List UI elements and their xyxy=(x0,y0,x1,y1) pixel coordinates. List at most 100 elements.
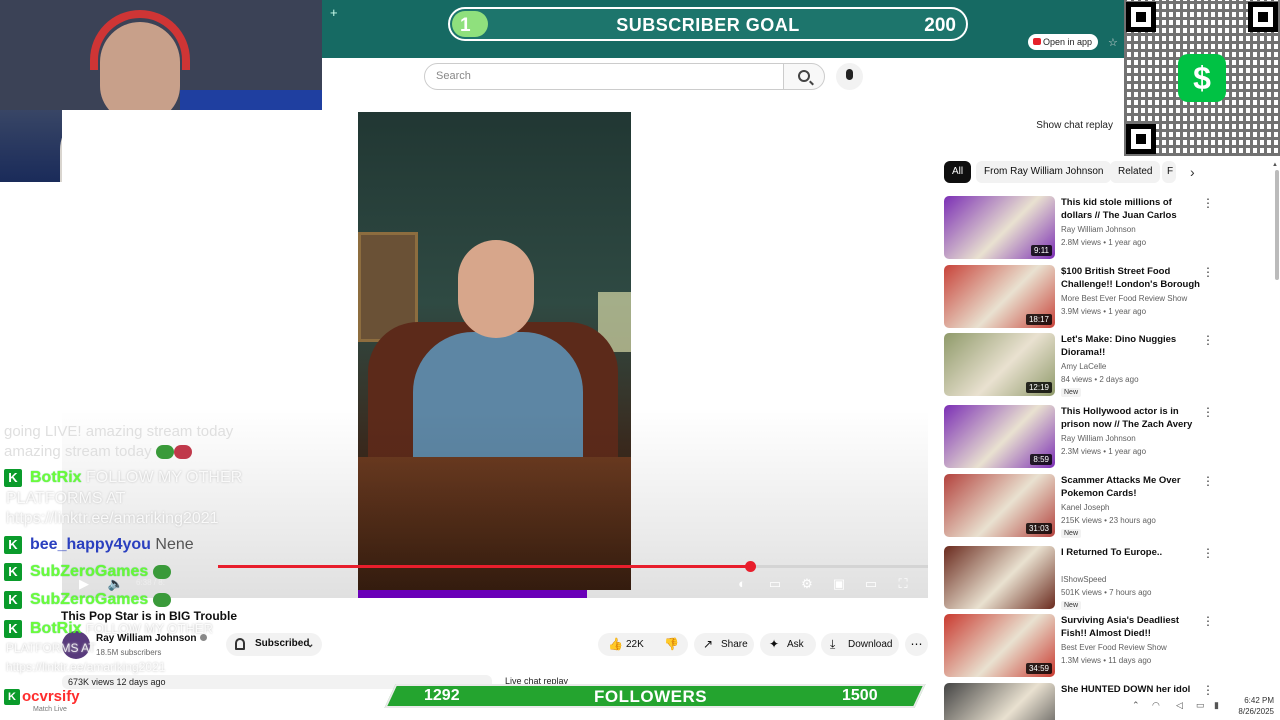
video-man-head xyxy=(458,240,534,338)
recommended-video[interactable]: 8:59 This Hollywood actor is in prison no… xyxy=(944,405,1214,469)
more-options-icon[interactable]: ⋮ xyxy=(1202,614,1214,628)
video-thumbnail[interactable] xyxy=(944,546,1055,609)
kick-icon: K xyxy=(4,563,22,581)
video-meta: 215K views • 23 hours ago xyxy=(1061,516,1156,525)
subscribed-button[interactable]: Subscribed ⌄ xyxy=(226,633,322,656)
more-options-icon[interactable]: ⋮ xyxy=(1202,265,1214,279)
display-icon[interactable]: ▭ xyxy=(1196,700,1205,711)
video-channel[interactable]: Amy LaCelle xyxy=(1061,362,1106,371)
ask-button[interactable]: ✦ Ask xyxy=(760,633,816,656)
recommended-video[interactable]: 31:03 Scammer Attacks Me Over Pokemon Car… xyxy=(944,474,1214,538)
video-thumbnail[interactable] xyxy=(944,683,1055,720)
video-channel[interactable]: Ray William Johnson xyxy=(1061,225,1136,234)
followers-goal-current: 1292 xyxy=(424,687,460,704)
scroll-up-arrow-icon[interactable]: ▲ xyxy=(1272,162,1278,168)
search-icon xyxy=(798,70,810,82)
chat-username: bee_happy4you xyxy=(30,536,151,554)
recommended-video[interactable]: 18:17 $100 British Street Food Challenge!… xyxy=(944,265,1214,329)
miniplayer-icon[interactable]: ▣ xyxy=(829,576,849,592)
search-button[interactable] xyxy=(783,63,825,90)
theater-mode-icon[interactable]: ▭ xyxy=(861,576,881,592)
progress-bar[interactable] xyxy=(218,561,928,572)
chip-partial[interactable]: F xyxy=(1162,161,1176,183)
more-options-icon[interactable]: ⋮ xyxy=(1202,546,1214,560)
taskbar-date[interactable]: 8/26/2025 xyxy=(1234,707,1274,716)
more-options-icon[interactable]: ⋮ xyxy=(1202,333,1214,347)
share-icon: ↗ xyxy=(703,637,714,651)
video-title[interactable]: She HUNTED DOWN her idol xyxy=(1061,683,1201,696)
like-icon[interactable]: 👍 xyxy=(608,637,623,651)
fullscreen-icon[interactable]: ⛶ xyxy=(893,576,913,592)
chip-all[interactable]: All xyxy=(944,161,972,183)
video-channel[interactable]: Kanel Joseph xyxy=(1061,503,1109,512)
video-title[interactable]: $100 British Street Food Challenge!! Lon… xyxy=(1061,265,1201,291)
video-title[interactable]: Scammer Attacks Me Over Pokemon Cards! xyxy=(1061,474,1201,500)
chat-message: K BotRix FOLLOW MY OTHER xyxy=(4,620,213,638)
settings-icon[interactable]: ⚙ xyxy=(797,576,817,592)
battery-icon[interactable]: ▮ xyxy=(1214,700,1219,711)
chat-username: SubZeroGames xyxy=(30,591,149,609)
progress-scrubber[interactable] xyxy=(744,561,756,572)
video-channel[interactable]: IShowSpeed xyxy=(1061,575,1106,584)
video-thumbnail[interactable]: 12:19 xyxy=(944,333,1055,396)
more-options-icon[interactable]: ⋮ xyxy=(1202,474,1214,488)
new-badge: New xyxy=(1061,388,1082,397)
recommended-video[interactable]: I Returned To Europe.. IShowSpeed 501K vie… xyxy=(944,546,1214,610)
video-chapter-bar xyxy=(358,590,587,598)
search-input[interactable]: Search xyxy=(424,63,784,90)
recommended-video[interactable]: 12:19 Let's Make: Dino Nuggies Diorama!! A… xyxy=(944,333,1214,397)
page-scrollbar[interactable] xyxy=(1275,170,1279,280)
chevron-right-icon[interactable]: › xyxy=(1190,164,1195,180)
speaker-icon[interactable]: ◁ xyxy=(1176,700,1183,711)
more-options-icon[interactable]: ⋮ xyxy=(1202,405,1214,419)
recommended-video[interactable]: 34:59 Surviving Asia's Deadliest Fish!! A… xyxy=(944,614,1214,678)
video-title[interactable]: Surviving Asia's Deadliest Fish!! Almost… xyxy=(1061,614,1201,640)
chat-faded-line-1: going LIVE! amazing stream today xyxy=(4,423,234,440)
video-thumbnail[interactable]: 8:59 xyxy=(944,405,1055,468)
open-in-app-button[interactable]: Open in app xyxy=(1028,34,1098,50)
dislike-icon[interactable]: 👎 xyxy=(664,637,679,651)
video-title[interactable]: I Returned To Europe.. xyxy=(1061,546,1201,559)
like-dislike-group[interactable]: 👍 22K 👎 xyxy=(598,633,688,656)
video-thumbnail[interactable]: 31:03 xyxy=(944,474,1055,537)
chat-text: PLATFORMS AT xyxy=(6,490,126,507)
chip-related[interactable]: Related xyxy=(1110,161,1161,183)
tray-chevron-icon[interactable]: ⌃ xyxy=(1132,700,1140,711)
video-title[interactable]: This kid stole millions of dollars // Th… xyxy=(1061,196,1201,222)
recommended-video[interactable]: 9:11 This kid stole millions of dollars /… xyxy=(944,196,1214,260)
cashapp-icon: $ xyxy=(1178,54,1226,102)
taskbar-time[interactable]: 6:42 PM xyxy=(1234,696,1274,705)
video-title[interactable]: Let's Make: Dino Nuggies Diorama!! xyxy=(1061,333,1201,359)
video-title[interactable]: This Hollywood actor is in prison now //… xyxy=(1061,405,1201,431)
video-thumbnail[interactable]: 9:11 xyxy=(944,196,1055,259)
share-button[interactable]: ↗ Share xyxy=(694,633,754,656)
more-options-icon[interactable]: ⋮ xyxy=(1202,196,1214,210)
autoplay-toggle-icon[interactable]: ◐ xyxy=(732,576,752,592)
progress-fill xyxy=(218,565,751,568)
bookmark-star-icon[interactable]: ☆ xyxy=(1108,36,1118,49)
chat-message: Kbee_happy4you Nene xyxy=(4,536,194,554)
chip-from-channel[interactable]: From Ray William Johnson xyxy=(976,161,1112,183)
video-thumbnail[interactable]: 34:59 xyxy=(944,614,1055,677)
chat-message-continuation: PLATFORMS AT xyxy=(6,641,96,655)
new-badge: New xyxy=(1061,529,1082,538)
voice-search-button[interactable] xyxy=(836,63,863,90)
ask-label: Ask xyxy=(787,639,804,650)
video-channel[interactable]: More Best Ever Food Review Show xyxy=(1061,294,1187,303)
mic-icon xyxy=(846,69,853,80)
recommended-video[interactable]: She HUNTED DOWN her idol ⋮ xyxy=(944,683,1214,720)
network-icon[interactable]: ◠ xyxy=(1152,700,1160,711)
download-button[interactable]: ⤓ Download xyxy=(821,633,899,656)
new-tab-button[interactable]: + xyxy=(330,5,338,20)
subscriber-goal-overlay: 1 SUBSCRIBER GOAL 200 xyxy=(448,7,968,41)
show-chat-replay-button[interactable]: Show chat replay xyxy=(946,113,1124,137)
more-actions-button[interactable]: ⋯ xyxy=(905,633,928,656)
video-channel[interactable]: Best Ever Food Review Show xyxy=(1061,643,1167,652)
channel-subscriber-count: 18.5M subscribers xyxy=(96,648,162,657)
cc-icon[interactable]: ▭ xyxy=(765,576,785,592)
more-options-icon[interactable]: ⋮ xyxy=(1202,683,1214,697)
video-channel[interactable]: Ray William Johnson xyxy=(1061,434,1136,443)
kick-icon: K xyxy=(4,469,22,487)
qr-finder-bottom-left xyxy=(1126,124,1156,154)
video-thumbnail[interactable]: 18:17 xyxy=(944,265,1055,328)
